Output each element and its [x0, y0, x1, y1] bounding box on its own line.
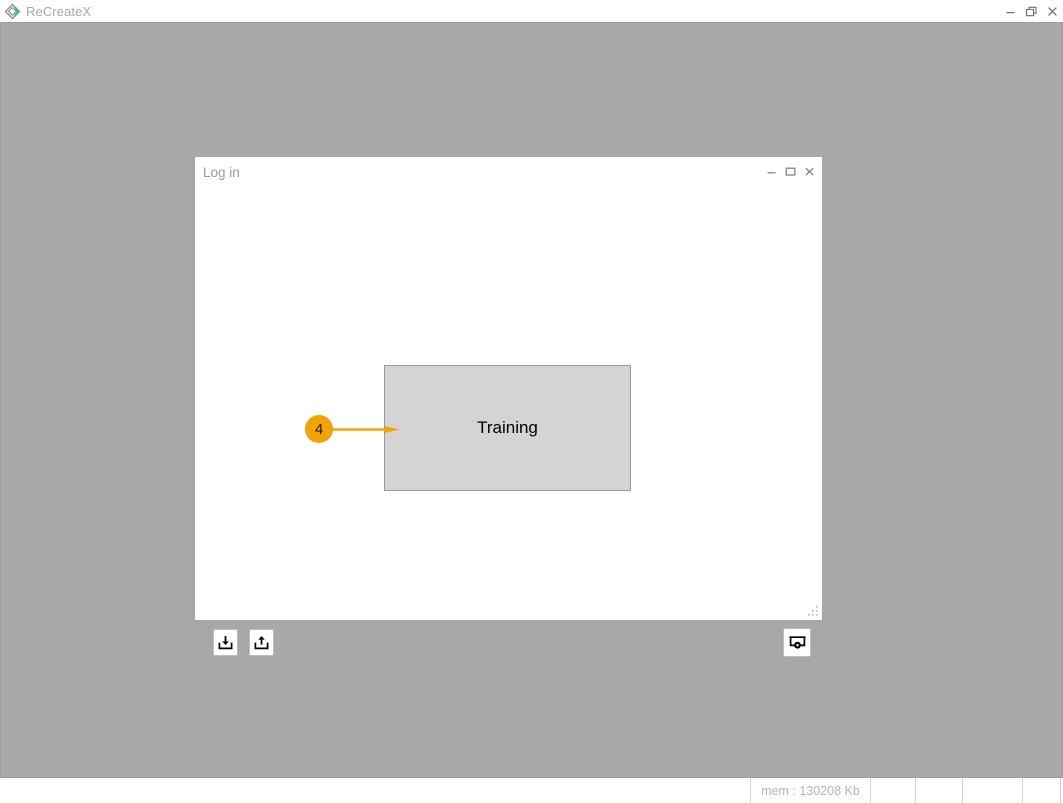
dialog-content-area: Training 4 [195, 187, 822, 657]
application-window: ReCreateX Log in Training 4 mem: 130208… [0, 0, 1063, 803]
status-cell-5 [1022, 778, 1060, 803]
training-node-label: Training [477, 418, 538, 437]
download-tray-icon [218, 636, 233, 650]
mdi-client-area: Log in Training 4 [0, 23, 1063, 777]
annotation-arrow-icon [329, 426, 399, 433]
close-icon [1048, 6, 1057, 16]
status-cell-3 [915, 778, 962, 803]
training-node[interactable]: Training [384, 365, 631, 491]
maximize-icon [785, 167, 796, 176]
import-button[interactable] [213, 629, 238, 656]
minimize-icon [767, 171, 776, 173]
main-title-bar: ReCreateX [0, 0, 1063, 23]
diamond-logo-icon [4, 3, 21, 20]
status-cell-2 [870, 778, 915, 803]
annotation-callout-4: 4 [305, 415, 399, 443]
login-dialog-window[interactable]: Log in Training 4 [194, 156, 823, 657]
restore-icon [1025, 6, 1037, 16]
annotation-badge-label: 4 [314, 420, 324, 438]
restore-button[interactable] [1021, 0, 1042, 22]
preview-button[interactable] [783, 628, 811, 657]
status-cell-4 [962, 778, 1022, 803]
dialog-title-bar[interactable]: Log in [195, 157, 822, 187]
close-icon [805, 167, 814, 176]
dialog-window-controls [762, 159, 819, 183]
dialog-close-button[interactable] [800, 160, 819, 182]
dialog-maximize-button[interactable] [781, 160, 800, 182]
upload-tray-icon [254, 636, 269, 650]
minimize-button[interactable] [1000, 0, 1021, 22]
status-bar: mem : 130208 Kb [0, 777, 1063, 803]
page-title: ReCreateX [26, 3, 92, 19]
minimize-icon [1006, 11, 1015, 13]
status-memory: mem : 130208 Kb [750, 778, 870, 803]
export-button[interactable] [249, 629, 274, 656]
main-window-controls [1000, 0, 1063, 22]
dialog-minimize-button[interactable] [762, 160, 781, 182]
resize-grip-icon[interactable] [806, 604, 820, 618]
screen-record-icon [788, 636, 806, 649]
dialog-title: Log in [203, 164, 240, 180]
close-button[interactable] [1042, 0, 1063, 22]
